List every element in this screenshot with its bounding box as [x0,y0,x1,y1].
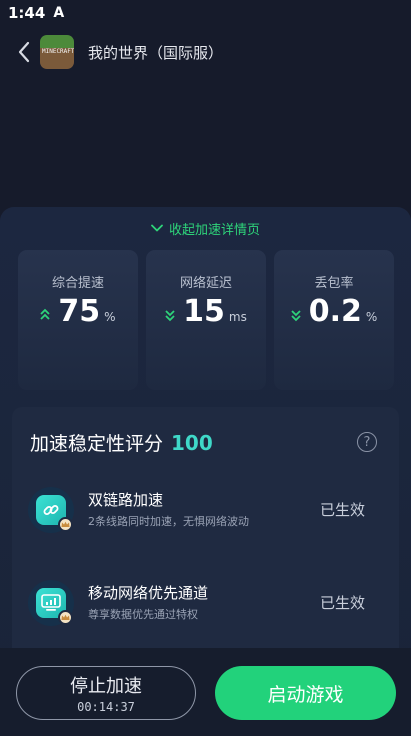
stat-label: 丢包率 [314,276,354,291]
collapse-label: 收起加速详情页 [168,222,260,238]
feature-dual-link: 双链路加速 2条线路同时加速，无惧网络波动 已生效 [28,487,383,547]
stop-label: 停止加速 [70,676,142,697]
stat-label: 网络延迟 [179,276,232,291]
double-arrow-down-icon [291,309,301,321]
stat-unit: % [104,310,116,324]
page-title: 我的世界（国际服） [88,43,224,62]
feature-description: 尊享数据优先通过特权 [88,608,198,621]
help-icon[interactable]: ? [357,432,377,452]
back-button[interactable] [4,30,44,74]
launch-game-button[interactable]: 启动游戏 [215,666,396,720]
chevron-down-icon [151,224,163,232]
stat-card-latency: 网络延迟 15 ms [146,250,266,390]
status-time: 1:44 [8,4,46,22]
signal-chart-icon [41,594,61,611]
feature-title: 双链路加速 [88,491,164,509]
feature-icon [28,487,74,533]
feature-description: 2条线路同时加速，无惧网络波动 [88,515,249,528]
stat-unit: ms [228,310,247,324]
stop-acceleration-button[interactable]: 停止加速 00:14:37 [16,666,196,720]
stat-value: 0.2 [308,294,362,329]
feature-icon [28,580,74,626]
stat-card-speedup: 综合提速 75 % [18,250,138,390]
feature-mobile-priority: 移动网络优先通道 尊享数据优先通过特权 已生效 [28,580,383,640]
notification-icon: A [53,5,65,21]
elapsed-time: 00:14:37 [77,700,135,714]
stat-card-packet-loss: 丢包率 0.2 % [274,250,394,390]
stat-unit: % [365,310,378,324]
link-icon [43,505,59,515]
header: MINECRAFT 我的世界（国际服） [0,30,411,74]
crown-icon [58,610,73,625]
feature-status: 已生效 [319,501,365,519]
double-arrow-up-icon [40,308,51,320]
feature-title: 移动网络优先通道 [88,584,209,602]
stability-title-text: 加速稳定性评分 [30,433,164,455]
stat-label: 综合提速 [51,276,104,291]
crown-icon [58,517,73,532]
game-icon: MINECRAFT [40,35,74,69]
chevron-left-icon [18,41,30,63]
collapse-details-button[interactable]: 收起加速详情页 [0,217,411,239]
status-bar: 1:44 A [0,0,411,26]
stability-score: 100 [171,431,213,455]
stability-title: 加速稳定性评分 100 [30,429,213,456]
feature-status: 已生效 [319,594,365,612]
double-arrow-down-icon [165,309,175,321]
stat-value: 75 [58,294,101,329]
stat-value: 15 [183,294,225,329]
game-icon-text: MINECRAFT [42,48,74,55]
